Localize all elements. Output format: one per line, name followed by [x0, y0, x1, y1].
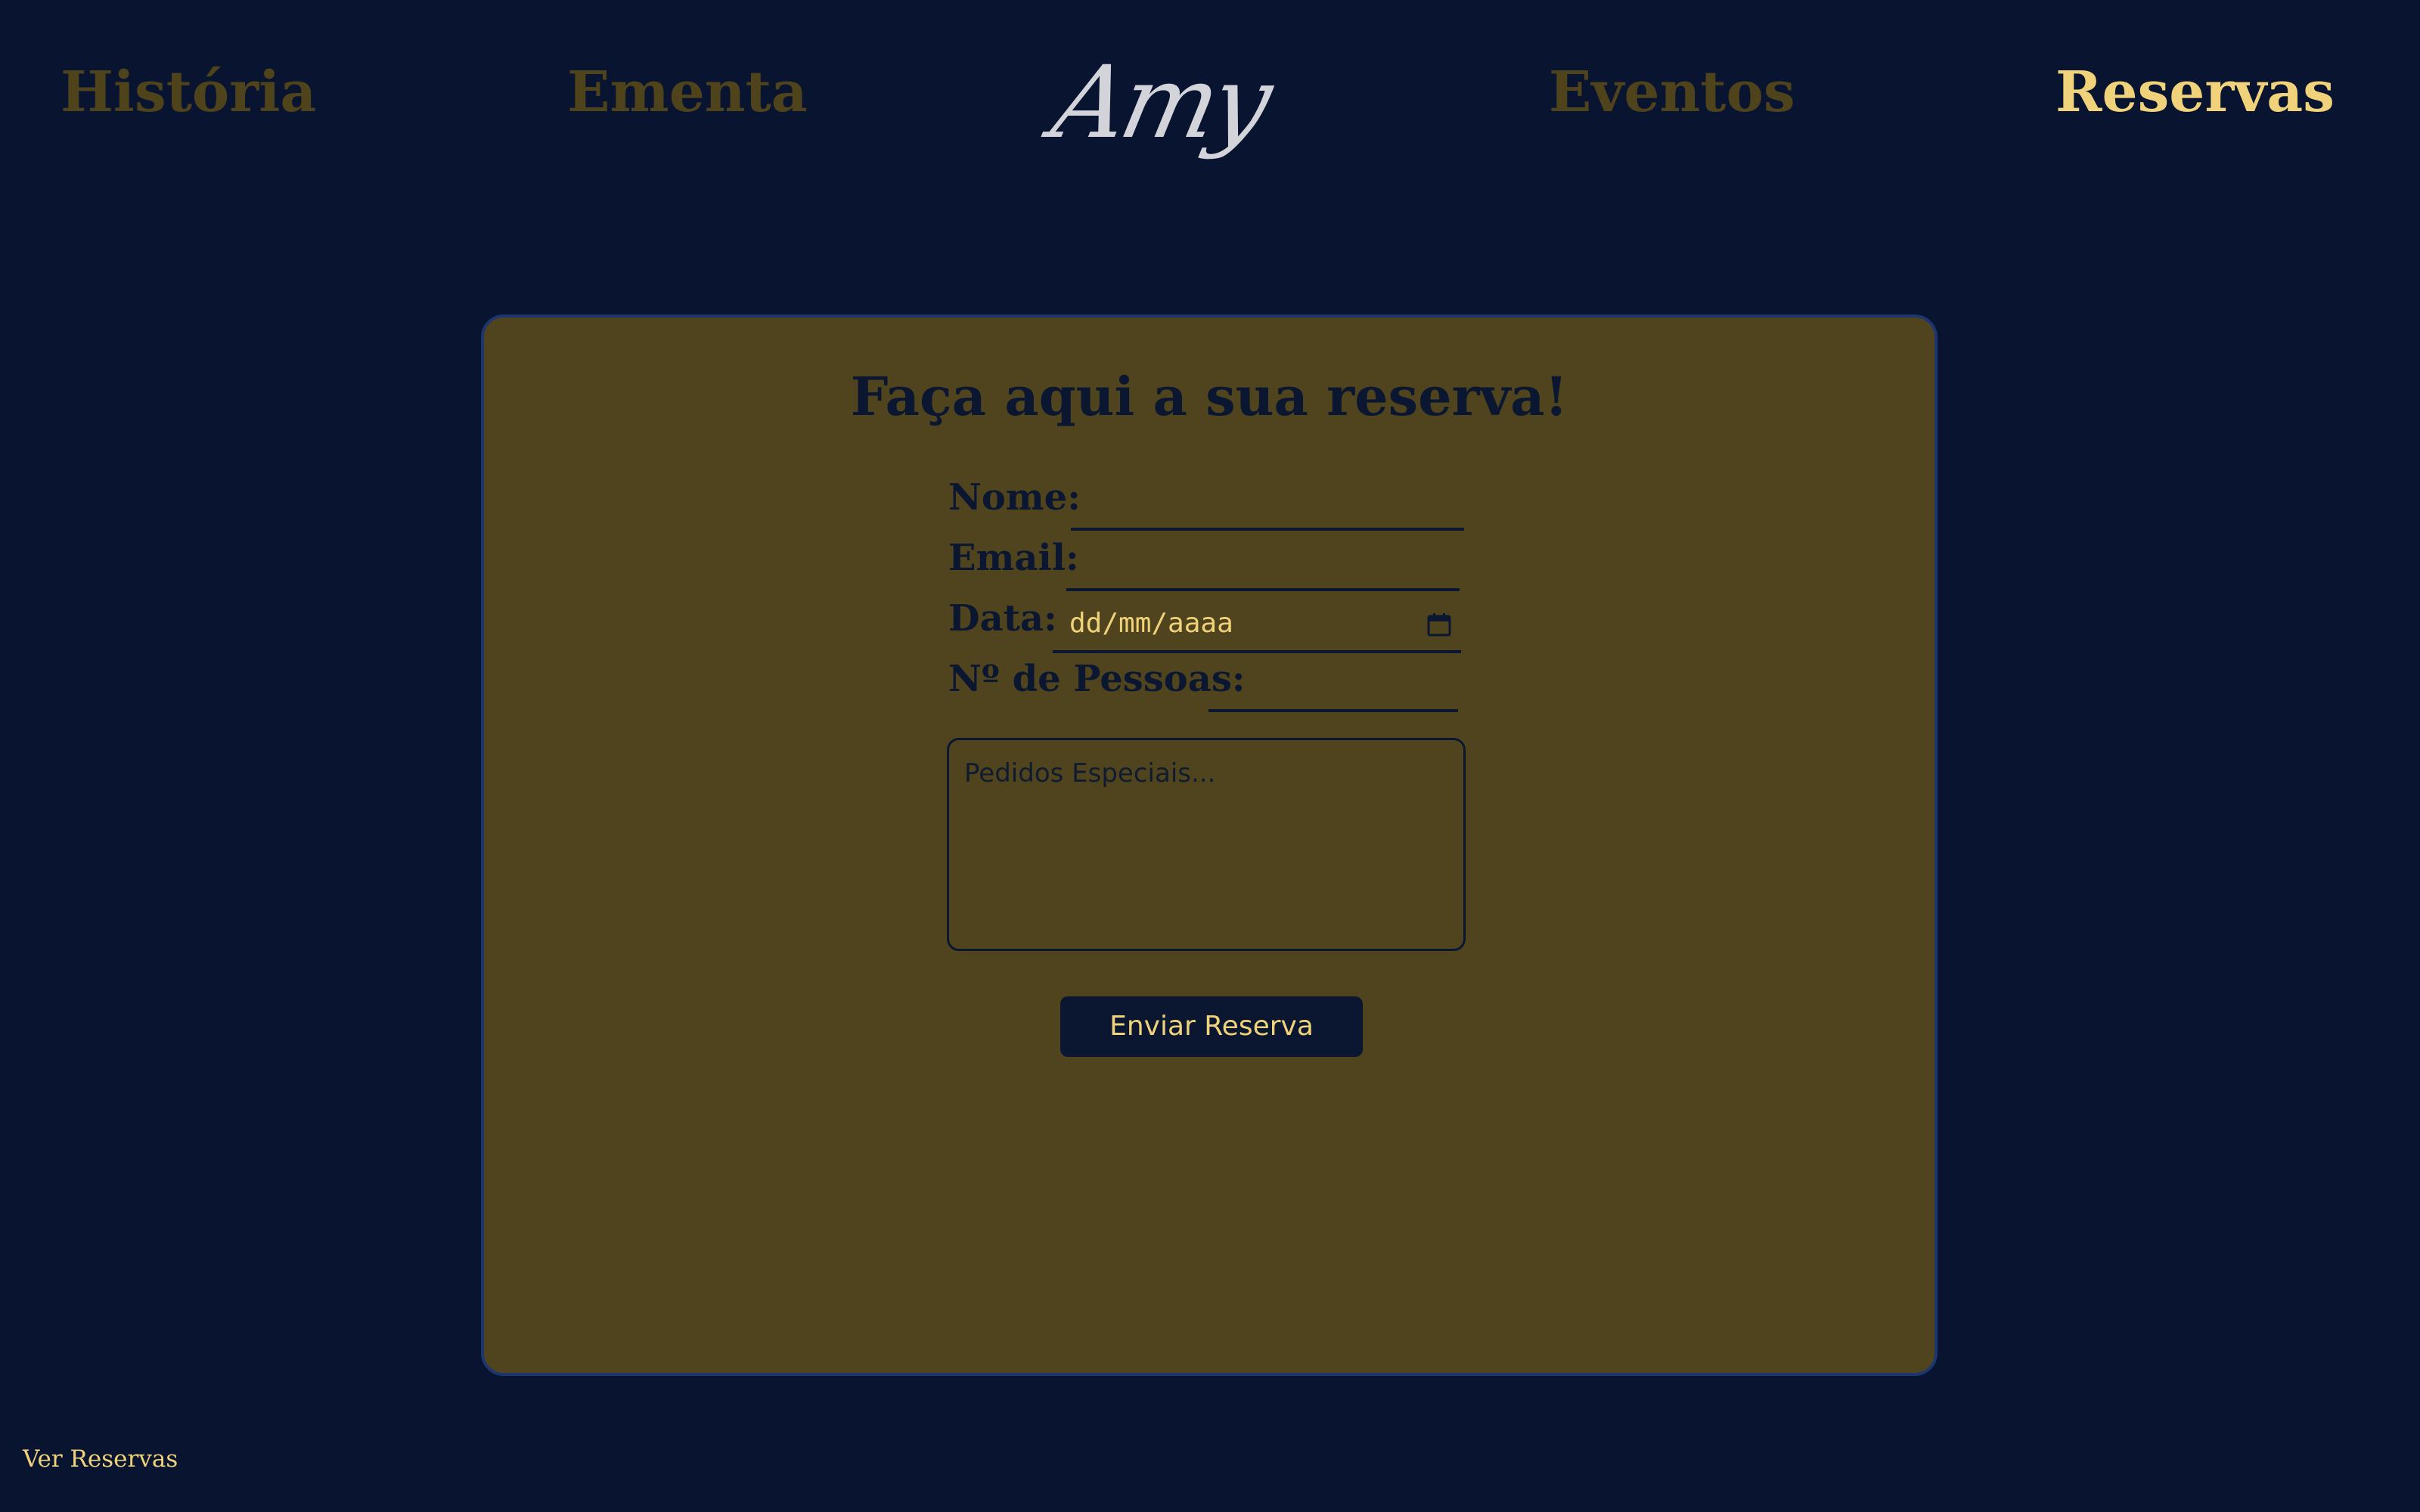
ver-reservas-link[interactable]: Ver Reservas [23, 1444, 178, 1474]
logo[interactable]: Amy [1044, 42, 1278, 163]
email-input[interactable] [1066, 588, 1460, 591]
submit-reservation-button[interactable]: Enviar Reserva [1060, 996, 1363, 1057]
page: História Ementa Amy Eventos Reservas Faç… [0, 0, 2420, 1512]
date-placeholder: dd/mm/aaaa [1069, 608, 1233, 639]
pessoas-label: Nº de Pessoas: [948, 658, 1246, 700]
nav-link-historia[interactable]: História [60, 56, 316, 129]
nav-link-ementa[interactable]: Ementa [567, 56, 808, 129]
special-requests-placeholder: Pedidos Especiais... [964, 758, 1216, 789]
calendar-icon[interactable] [1426, 612, 1452, 637]
reservation-form-card: Faça aqui a sua reserva! Nome: Email: Da… [481, 314, 1938, 1376]
nome-input[interactable] [1071, 528, 1464, 531]
nav-link-reservas[interactable]: Reservas [2055, 56, 2335, 129]
nome-label: Nome: [948, 476, 1081, 519]
special-requests-textarea[interactable]: Pedidos Especiais... [947, 738, 1466, 951]
nav-link-eventos[interactable]: Eventos [1549, 56, 1795, 129]
date-input-underline [1053, 650, 1461, 653]
email-label: Email: [948, 537, 1079, 579]
logo-text: Amy [1043, 45, 1278, 161]
pessoas-input[interactable] [1208, 709, 1458, 712]
form-title: Faça aqui a sua reserva! [850, 365, 1568, 428]
data-label: Data: [948, 597, 1057, 640]
